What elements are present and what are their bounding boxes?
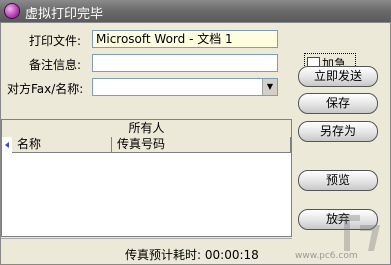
dropdown-arrow-icon[interactable]: ▼ <box>262 79 277 95</box>
app-orb-icon[interactable] <box>5 4 19 18</box>
estimate-value: 00:00:18 <box>204 248 259 262</box>
note-field[interactable] <box>92 54 278 72</box>
send-now-button[interactable]: 立即发送 <box>298 66 378 87</box>
title-bar: 虚拟打印完毕 <box>0 0 391 22</box>
save-as-button[interactable]: 另存为 <box>298 121 378 142</box>
column-header-fax-number[interactable]: 传真号码 <box>112 137 291 153</box>
fax-name-combobox[interactable]: ▼ <box>92 78 278 96</box>
owner-header: 所有人 <box>2 120 291 137</box>
save-button[interactable]: 保存 <box>298 93 378 114</box>
preview-button[interactable]: 预览 <box>298 170 378 191</box>
fax-name-label: 对方Fax/名称: <box>7 82 84 96</box>
recipient-list[interactable]: 所有人 名称 传真号码 <box>1 119 292 237</box>
watermark-text: www.pc6.com <box>295 251 358 261</box>
print-file-field[interactable]: Microsoft Word - 文档 1 <box>92 30 278 48</box>
row-marker-icon <box>5 142 9 148</box>
window-title: 虚拟打印完毕 <box>25 7 104 22</box>
status-bar: 传真预计耗时: 00:00:18 <box>1 238 292 264</box>
estimate-label: 传真预计耗时: <box>125 248 202 262</box>
print-file-label: 打印文件: <box>29 34 82 48</box>
column-header-name[interactable]: 名称 <box>12 137 112 153</box>
note-label: 备注信息: <box>29 58 82 72</box>
estimate-status: 传真预计耗时: 00:00:18 <box>125 246 259 263</box>
